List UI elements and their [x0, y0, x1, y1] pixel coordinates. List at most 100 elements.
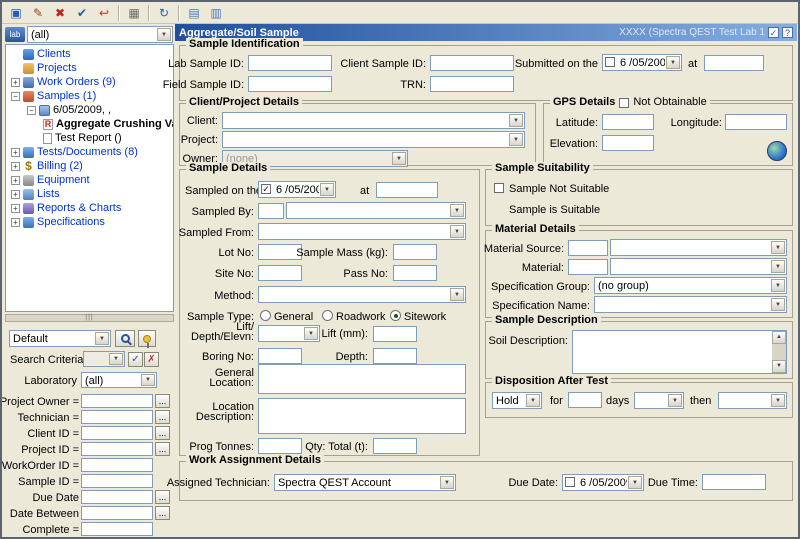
expand-icon[interactable]: + — [11, 204, 20, 213]
dropdown-arrow-icon[interactable]: ▼ — [509, 133, 523, 146]
lift-mm-input[interactable] — [373, 326, 417, 342]
material-combo[interactable]: ▼ — [610, 258, 787, 275]
date-between-browse-button[interactable]: ... — [155, 506, 170, 520]
dropdown-arrow-icon[interactable]: ▼ — [320, 183, 334, 196]
specification-group-combo[interactable]: (no group) ▼ — [594, 277, 787, 294]
scrollbar[interactable]: ▲ ▼ — [772, 331, 786, 373]
dropdown-arrow-icon[interactable]: ▼ — [141, 374, 155, 386]
complete-input[interactable] — [81, 522, 153, 536]
date-enable-checkbox[interactable]: ✓ — [261, 184, 271, 194]
client-sample-id-input[interactable] — [430, 55, 514, 71]
dropdown-arrow-icon[interactable]: ▼ — [628, 476, 642, 489]
dropdown-arrow-icon[interactable]: ▼ — [157, 28, 171, 41]
run-search-button[interactable] — [115, 330, 135, 347]
tree-item-lists[interactable]: +Lists — [6, 187, 173, 201]
qty-total-input[interactable] — [373, 438, 417, 454]
search-preset-combo[interactable]: Default ▼ — [9, 330, 111, 347]
expand-icon[interactable]: + — [11, 78, 20, 87]
dropdown-arrow-icon[interactable]: ▼ — [771, 260, 785, 273]
new-button[interactable]: ▣ — [6, 4, 26, 22]
material-source-combo[interactable]: ▼ — [610, 239, 787, 256]
lift-depth-elevn-combo[interactable]: ▼ — [258, 325, 320, 342]
reports-button[interactable]: ▥ — [206, 4, 226, 22]
technician-input[interactable] — [81, 410, 153, 424]
due-time-input[interactable] — [702, 474, 766, 490]
method-combo[interactable]: ▼ — [258, 286, 466, 303]
disposition-combo[interactable]: Hold ▼ — [492, 392, 542, 409]
help-icon[interactable]: ? — [782, 27, 793, 38]
disposition-then-combo[interactable]: ▼ — [718, 392, 787, 409]
tree-item-tests-documents[interactable]: +Tests/Documents (8) — [6, 145, 173, 159]
project-id-browse-button[interactable]: ... — [155, 442, 170, 456]
expand-icon[interactable]: + — [11, 162, 20, 171]
assigned-technician-combo[interactable]: Spectra QEST Account ▼ — [274, 474, 456, 491]
tree-item-billing[interactable]: +$Billing (2) — [6, 159, 173, 173]
tree-item-specifications[interactable]: +Specifications — [6, 215, 173, 229]
tree-item-test-report[interactable]: Test Report () — [6, 131, 173, 145]
dropdown-arrow-icon[interactable]: ▼ — [668, 394, 682, 407]
expand-icon[interactable]: + — [11, 148, 20, 157]
location-description-textarea[interactable] — [258, 398, 466, 434]
collapse-icon[interactable]: − — [11, 92, 20, 101]
dropdown-arrow-icon[interactable]: ▼ — [392, 152, 406, 165]
splitter-handle[interactable]: ||| — [5, 314, 174, 322]
material-id-input[interactable] — [568, 259, 608, 275]
dropdown-arrow-icon[interactable]: ▼ — [450, 225, 464, 238]
client-combo[interactable]: ▼ — [222, 112, 525, 129]
dropdown-arrow-icon[interactable]: ▼ — [450, 204, 464, 217]
apply-button[interactable]: ✔ — [72, 4, 92, 22]
prog-tonnes-input[interactable] — [258, 438, 302, 454]
tree-item-sample-date[interactable]: −6/05/2009, , — [6, 103, 173, 117]
submitted-time-input[interactable] — [704, 55, 764, 71]
submitted-date-picker[interactable]: 6 /05/2009 ▼ — [602, 54, 682, 71]
not-obtainable-checkbox[interactable] — [619, 98, 629, 108]
tree-item-samples[interactable]: −Samples (1) — [6, 89, 173, 103]
material-source-id-input[interactable] — [568, 240, 608, 256]
dropdown-arrow-icon[interactable]: ▼ — [771, 394, 785, 407]
date-between-input[interactable] — [81, 506, 153, 520]
sample-type-general-radio[interactable] — [260, 310, 271, 321]
sampled-date-picker[interactable]: ✓ 6 /05/2009 ▼ — [258, 181, 336, 198]
workorder-id-input[interactable] — [81, 458, 153, 472]
project-combo[interactable]: ▼ — [222, 131, 525, 148]
preview-button[interactable]: ▤ — [184, 4, 204, 22]
expand-icon[interactable]: + — [11, 190, 20, 199]
dropdown-arrow-icon[interactable]: ▼ — [666, 56, 680, 69]
dropdown-arrow-icon[interactable]: ▼ — [95, 332, 109, 345]
tree-item-work-orders[interactable]: +Work Orders (9) — [6, 75, 173, 89]
client-id-browse-button[interactable]: ... — [155, 426, 170, 440]
dropdown-arrow-icon[interactable]: ▼ — [440, 476, 454, 489]
work-due-date-picker[interactable]: 6 /05/2009 ▼ — [562, 474, 644, 491]
dropdown-arrow-icon[interactable]: ▼ — [526, 394, 540, 407]
lab-sample-id-input[interactable] — [248, 55, 332, 71]
scroll-up-icon[interactable]: ▲ — [772, 331, 786, 344]
pass-no-input[interactable] — [393, 265, 437, 281]
dropdown-arrow-icon[interactable]: ▼ — [771, 241, 785, 254]
sample-type-roadwork-radio[interactable] — [322, 310, 333, 321]
tree-item-equipment[interactable]: +Equipment — [6, 173, 173, 187]
client-id-input[interactable] — [81, 426, 153, 440]
tree-item-reports-charts[interactable]: +Reports & Charts — [6, 201, 173, 215]
due-date-input[interactable] — [81, 490, 153, 504]
elevation-input[interactable] — [602, 135, 654, 151]
project-owner-input[interactable] — [81, 394, 153, 408]
tree-item-projects[interactable]: Projects — [6, 61, 173, 75]
dropdown-arrow-icon[interactable]: ▼ — [109, 353, 123, 365]
dropdown-arrow-icon[interactable]: ▼ — [771, 279, 785, 292]
sampled-by-combo[interactable]: ▼ — [286, 202, 466, 219]
specification-name-combo[interactable]: ▼ — [594, 296, 787, 313]
disposition-days-combo[interactable]: ▼ — [634, 392, 684, 409]
site-no-input[interactable] — [258, 265, 302, 281]
project-id-input[interactable] — [81, 442, 153, 456]
sampled-from-combo[interactable]: ▼ — [258, 223, 466, 240]
depth-input[interactable] — [373, 348, 417, 364]
tree-item-aggregate-crushing-value[interactable]: RAggregate Crushing Value , — [6, 117, 173, 131]
project-owner-browse-button[interactable]: ... — [155, 394, 170, 408]
sample-not-suitable-checkbox[interactable] — [494, 183, 504, 193]
longitude-input[interactable] — [725, 114, 787, 130]
sampled-by-id-input[interactable] — [258, 203, 284, 219]
sample-type-sitework-radio[interactable] — [390, 310, 401, 321]
undo-button[interactable]: ↩ — [94, 4, 114, 22]
pin-search-button[interactable] — [138, 330, 156, 347]
scroll-down-icon[interactable]: ▼ — [772, 360, 786, 373]
